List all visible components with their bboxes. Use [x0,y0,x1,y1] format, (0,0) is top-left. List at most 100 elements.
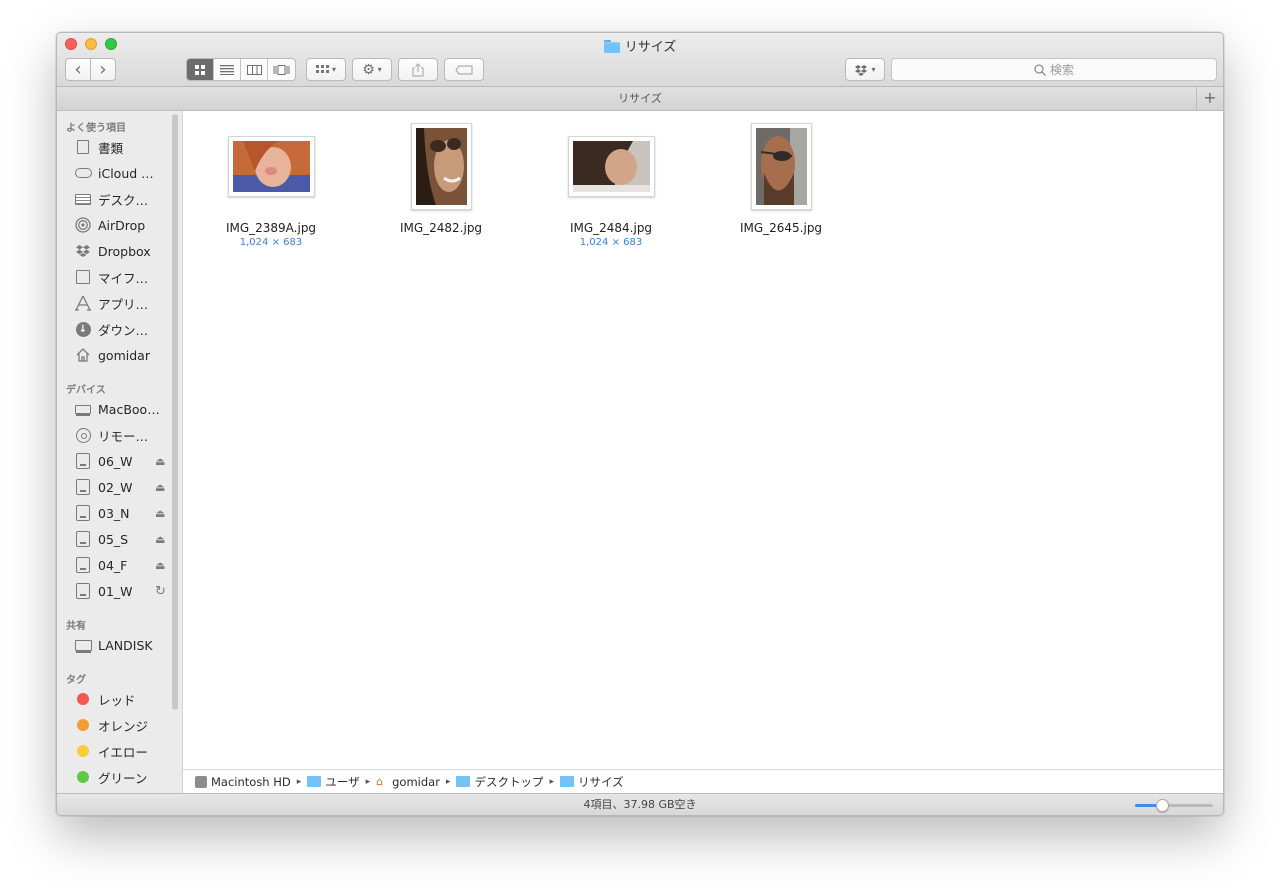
sidebar-item-tag-green[interactable]: グリーン [73,767,173,787]
dropbox-icon [73,243,93,259]
eject-icon[interactable]: ⏏ [155,533,165,546]
file-item[interactable]: IMG_2482.jpg [366,122,516,237]
sidebar-item-dropbox[interactable]: Dropbox [73,241,173,261]
drive-icon [73,505,93,521]
icon-size-slider[interactable] [1135,799,1213,812]
eject-icon[interactable]: ⏏ [155,481,165,494]
green-tag-dot-icon [77,771,89,783]
slider-knob[interactable] [1156,799,1170,812]
sidebar-item-desktop[interactable]: デスクトップ [73,189,173,209]
sidebar-item-macbook[interactable]: MacBook Pro [73,399,173,419]
sidebar-item-label: 03_N [98,505,130,521]
list-view-button[interactable] [214,59,241,80]
cover-flow-view-button[interactable] [268,59,295,80]
file-name: IMG_2484.jpg [569,221,653,235]
home-icon [73,347,93,363]
sidebar-item-tag-yellow[interactable]: イエロー [73,741,173,761]
sidebar-item-label: gomidar [98,347,150,363]
drive-icon [73,479,93,495]
column-view-button[interactable] [241,59,268,80]
finder-window: リサイズ ‹ › ▾ ⚙ ▾ ▾ 検索 リサイズ + よく使う項目 書類 iCl… [56,32,1224,816]
sidebar-item-drive-05[interactable]: 05_S ⏏ [73,529,173,549]
back-button[interactable]: ‹ [65,58,91,81]
file-item[interactable]: IMG_2645.jpg [706,122,856,237]
arrange-button[interactable]: ▾ [306,58,346,81]
sidebar-item-home[interactable]: gomidar [73,345,173,365]
breadcrumb-item[interactable]: Macintosh HD [195,775,291,789]
sidebar-item-drive-02[interactable]: 02_W ⏏ [73,477,173,497]
tag-button[interactable] [444,58,484,81]
sidebar: よく使う項目 書類 iCloud Drive デスクトップ AirDrop Dr… [57,111,183,793]
applications-icon [73,295,93,311]
breadcrumb-item[interactable]: ⌂ gomidar [376,775,440,789]
icon-view-button[interactable] [187,59,214,80]
breadcrumb-item[interactable]: デスクトップ [456,774,543,790]
new-tab-button[interactable]: + [1196,87,1223,110]
sidebar-item-icloud[interactable]: iCloud Drive [73,163,173,183]
status-text: 4項目、37.98 GB空き [583,798,697,811]
folder-icon [307,776,322,787]
sidebar-item-airdrop[interactable]: AirDrop [73,215,173,235]
image-thumbnail [227,135,315,197]
sidebar-item-applications[interactable]: アプリケーション [73,293,173,313]
breadcrumb-item[interactable]: リサイズ [559,774,624,790]
columns-icon [246,64,262,75]
search-field[interactable]: 検索 [891,58,1217,81]
folder-icon [603,39,620,53]
drive-icon [73,453,93,469]
sidebar-item-drive-04[interactable]: 04_F ⏏ [73,555,173,575]
sidebar-item-drive-01[interactable]: 01_W ↻ [73,581,173,601]
cloud-icon [73,165,93,181]
sidebar-item-label: 04_F [98,557,128,573]
sidebar-item-label: オレンジ [98,718,149,734]
chevron-right-icon: › [99,58,107,80]
dropbox-button[interactable]: ▾ [845,58,885,81]
sidebar-item-tag-red[interactable]: レッド [73,689,173,709]
sidebar-item-label: AirDrop [98,217,146,233]
file-name: IMG_2645.jpg [739,221,823,235]
sidebar-item-label: 01_W [98,583,133,599]
sidebar-item-all-files[interactable]: マイファイル [73,267,173,287]
shared-header: 共有 [66,621,86,632]
toolbar: リサイズ ‹ › ▾ ⚙ ▾ ▾ 検索 [57,33,1223,87]
action-button[interactable]: ⚙ ▾ [352,58,392,81]
sidebar-item-tag-orange[interactable]: オレンジ [73,715,173,735]
sidebar-item-label: イエロー [98,744,148,760]
sidebar-item-label: MacBook Pro [98,401,160,417]
breadcrumb-label: gomidar [392,774,440,789]
sidebar-item-label: 書類 [98,140,124,156]
sidebar-item-landisk[interactable]: LANDISK [73,635,173,655]
sidebar-item-label: 05_S [98,531,129,547]
yellow-tag-dot-icon [77,745,89,757]
share-button[interactable] [398,58,438,81]
file-item[interactable]: IMG_2389A.jpg 1,024 × 683 [196,123,346,248]
arrange-grid-icon [315,65,329,73]
favorites-header: よく使う項目 [66,123,126,134]
image-thumbnail [750,122,812,210]
eject-icon[interactable]: ⏏ [155,507,165,520]
chevron-right-icon: ▸ [445,776,451,787]
sidebar-item-remote-disc[interactable]: リモートディスク [73,425,173,445]
file-dimensions: 1,024 × 683 [239,237,303,248]
eject-icon[interactable]: ⏏ [155,455,165,468]
file-grid: IMG_2389A.jpg 1,024 × 683 IMG_2482.jpg I… [183,111,1223,769]
drive-icon [73,531,93,547]
sidebar-item-downloads[interactable]: ↓ ダウンロード [73,319,173,339]
chevron-right-icon: ▸ [549,776,554,787]
disc-icon [73,427,93,443]
breadcrumb-item[interactable]: ユーザ [307,774,360,790]
tags-header: タグ [66,675,86,686]
file-item[interactable]: IMG_2484.jpg 1,024 × 683 [536,123,686,248]
sidebar-item-documents[interactable]: 書類 [73,137,173,157]
sidebar-item-drive-03[interactable]: 03_N ⏏ [73,503,173,523]
breadcrumb-label: リサイズ [577,774,624,789]
window-title: リサイズ [57,36,1223,55]
tab-title[interactable]: リサイズ [618,92,662,105]
sync-icon: ↻ [155,583,166,599]
drive-icon [73,557,93,573]
dropbox-icon [855,64,868,76]
eject-icon[interactable]: ⏏ [155,559,165,572]
forward-button[interactable]: › [90,58,116,81]
cover-flow-icon [273,64,290,75]
sidebar-item-drive-06[interactable]: 06_W ⏏ [73,451,173,471]
